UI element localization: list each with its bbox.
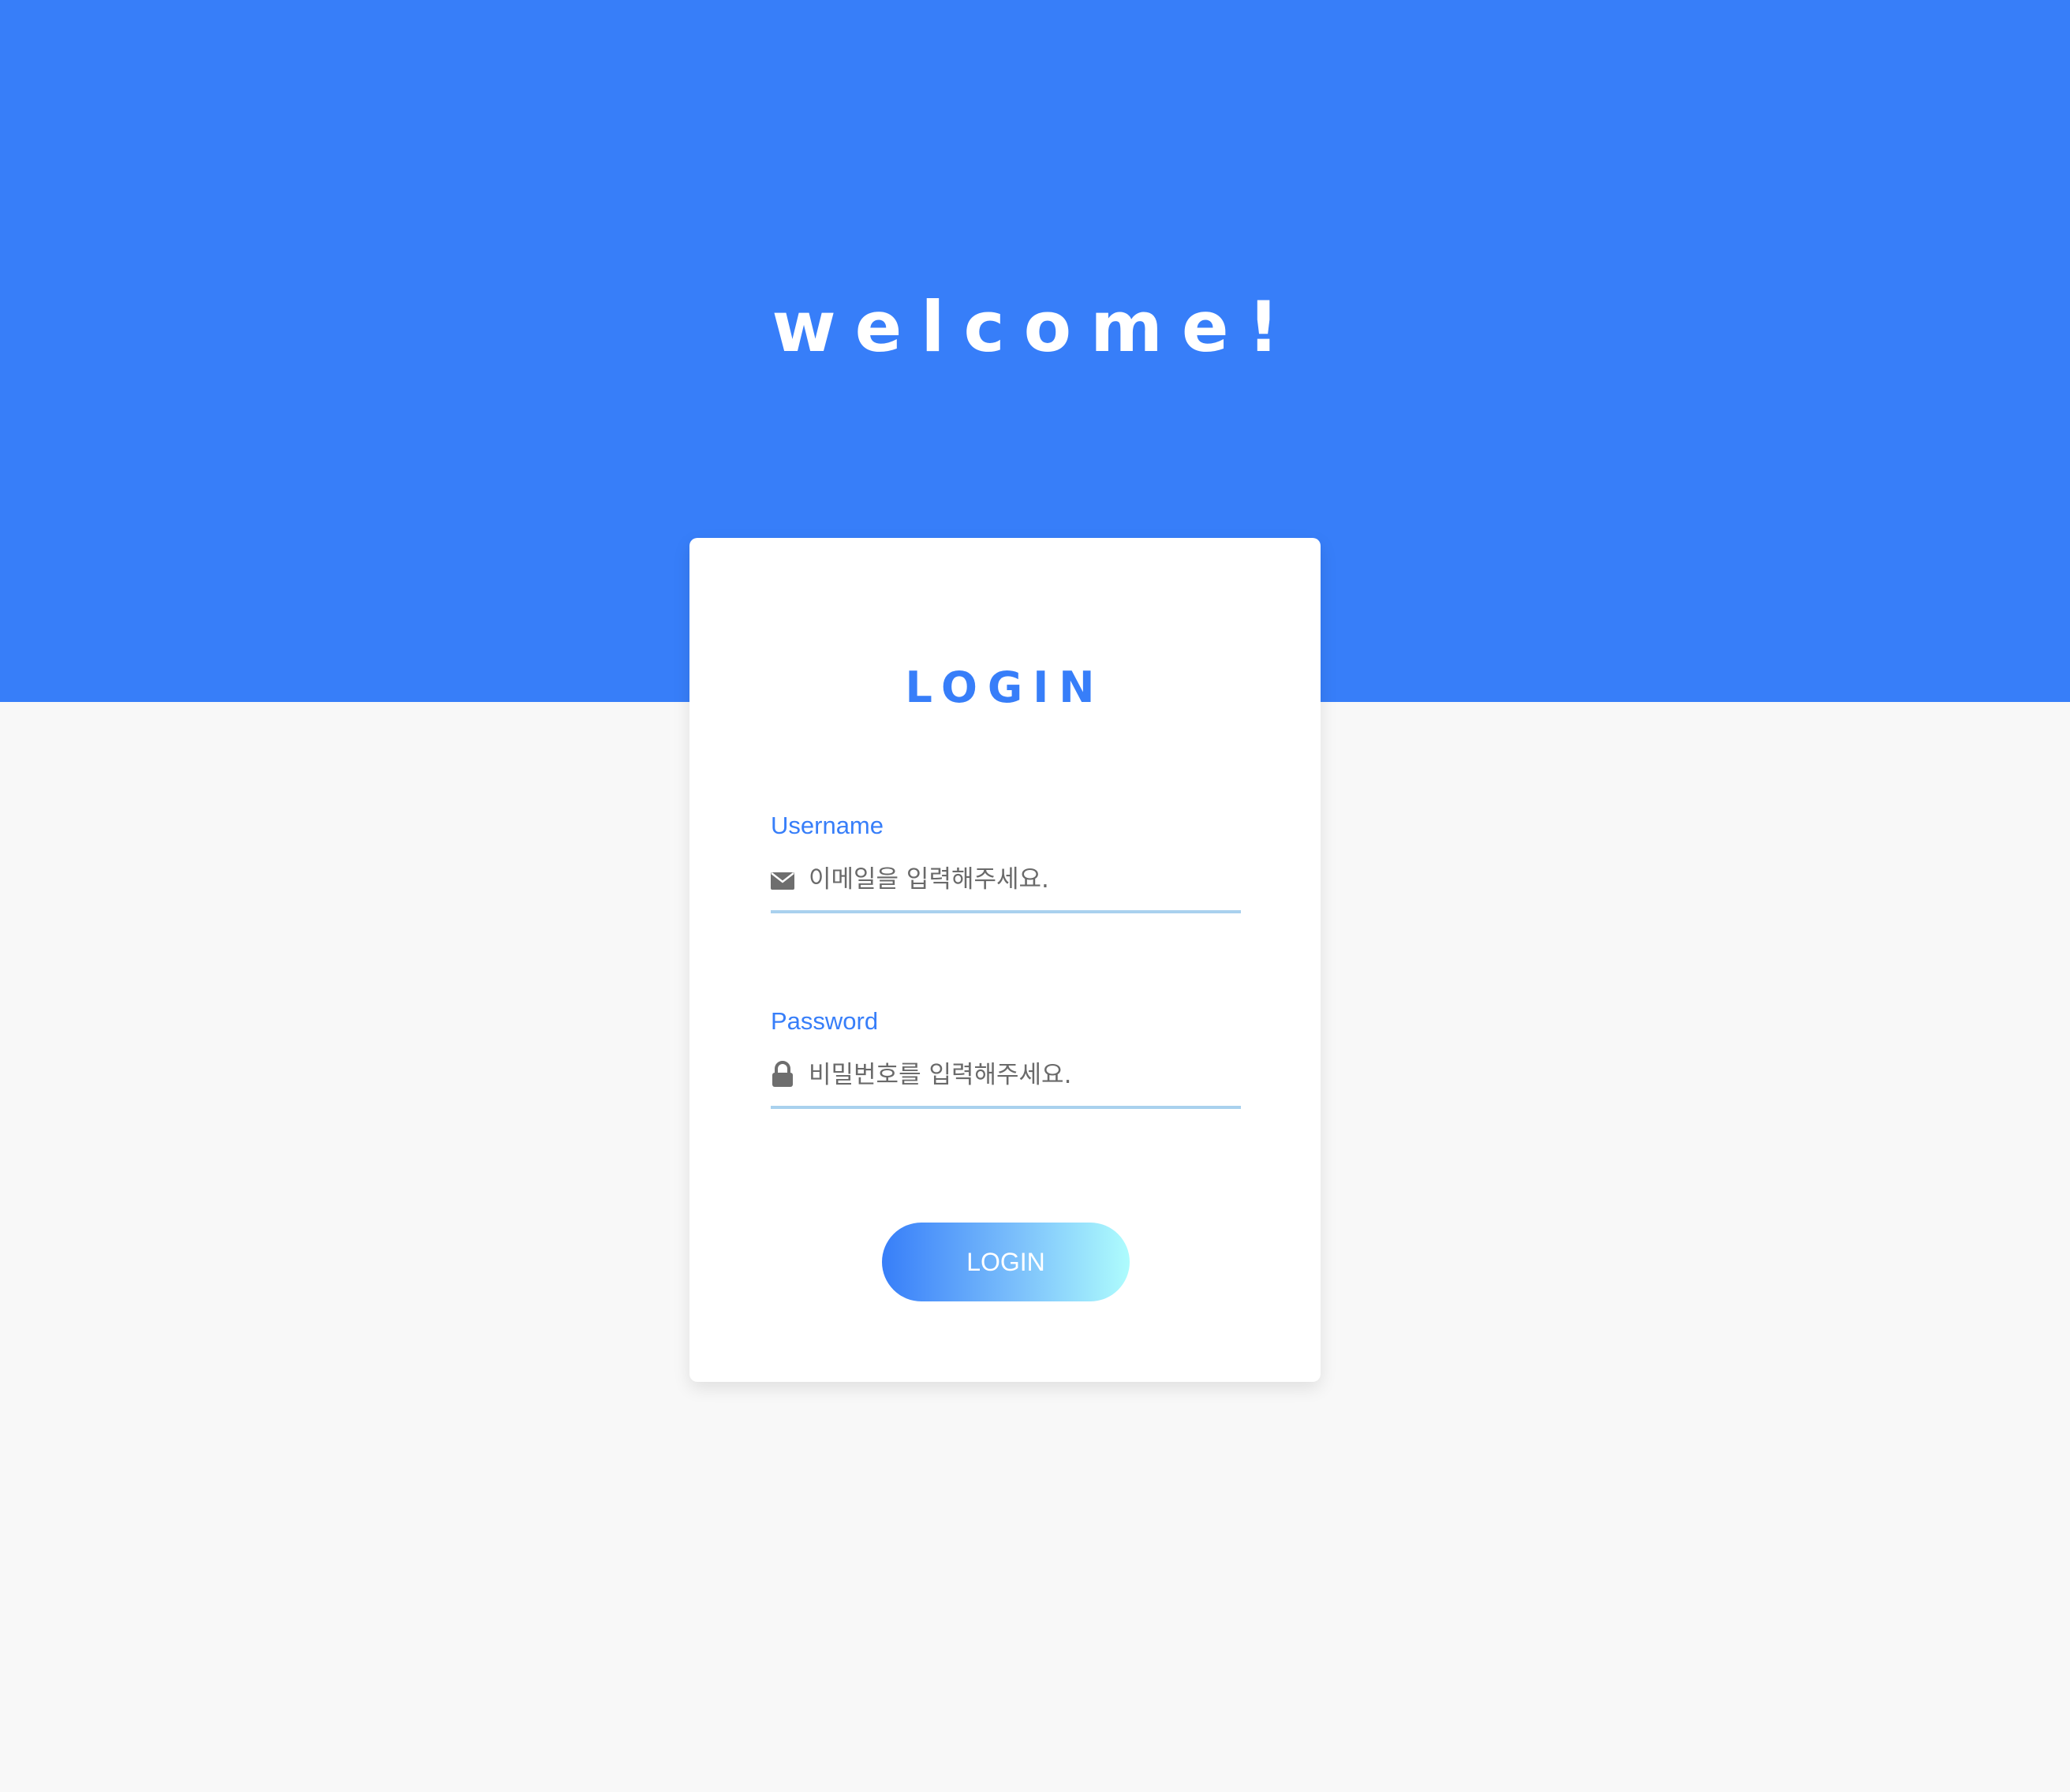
envelope-icon [771,864,794,893]
login-button[interactable]: LOGIN [882,1223,1130,1301]
username-label: Username [771,812,884,839]
password-label: Password [771,1007,879,1035]
login-card-title: LOGIN [905,663,1105,712]
username-input[interactable] [809,853,1235,905]
welcome-heading: welcome! [772,286,1298,368]
username-field [771,853,1241,913]
lock-icon [771,1060,794,1088]
password-field [771,1049,1241,1109]
password-input[interactable] [809,1049,1235,1101]
login-card: LOGIN Username Password LOGIN [689,538,1321,1382]
